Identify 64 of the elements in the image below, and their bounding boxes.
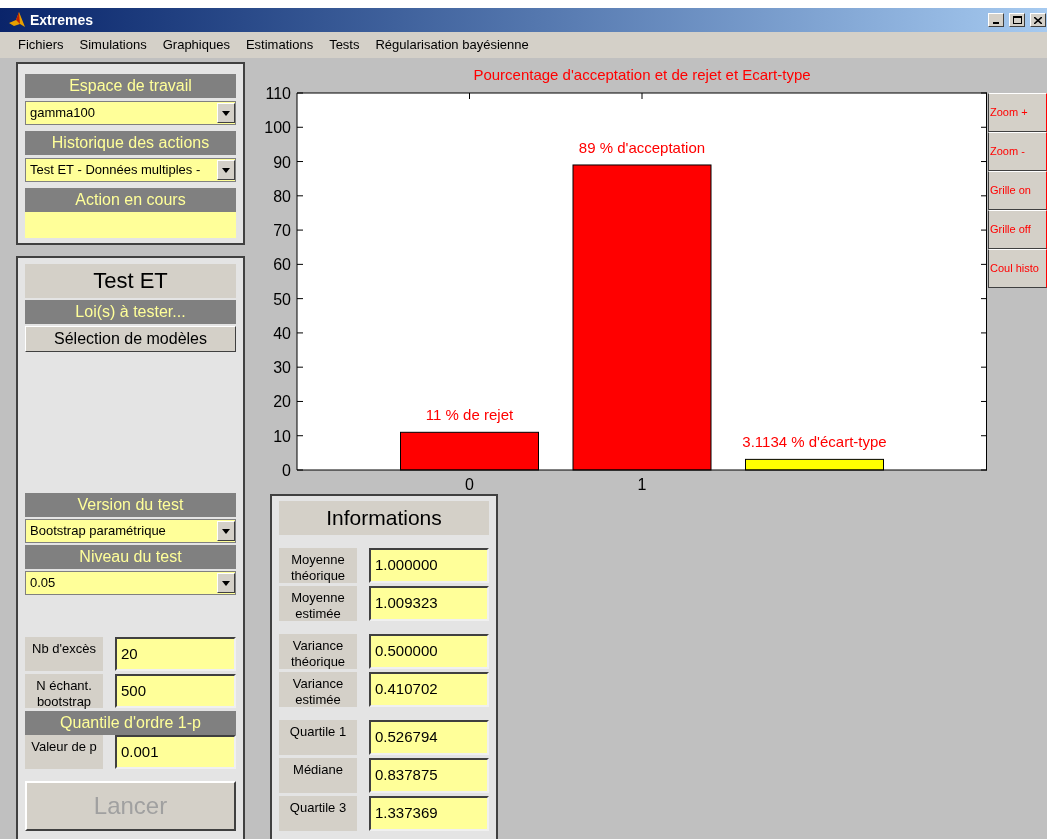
field-label: N échant. bootstrap <box>25 674 103 708</box>
data-label: 3.1134 % d'écart-type <box>742 433 887 451</box>
minimize-button[interactable] <box>988 13 1004 27</box>
value-field[interactable]: 0.001 <box>115 735 236 769</box>
menu-item[interactable]: Régularisation bayésienne <box>375 35 529 55</box>
close-button[interactable] <box>1030 13 1046 27</box>
tick-label: 1 <box>637 476 647 493</box>
panel-title: Informations <box>279 501 489 535</box>
section-header: Loi(s) à tester... <box>25 300 236 324</box>
section-header: Niveau du test <box>25 545 236 569</box>
tick-label: 100 <box>264 119 291 137</box>
tick-label: 80 <box>273 187 291 205</box>
value-field[interactable]: 1.009323 <box>369 586 489 621</box>
chart-title: Pourcentage d'acceptation et de rejet et Ecart-type <box>472 65 812 84</box>
tick-label: 40 <box>273 324 291 342</box>
tick-label: 50 <box>273 290 291 308</box>
menu-item[interactable]: Estimations <box>245 35 314 55</box>
field-label: Nb d'excès <box>25 637 103 671</box>
field-label: Variance théorique <box>279 634 357 669</box>
version-dropdown[interactable]: Bootstrap paramétrique <box>25 519 236 543</box>
maximize-button[interactable] <box>1009 13 1025 27</box>
tick-label: 10 <box>273 427 291 445</box>
value-field[interactable]: 0.410702 <box>369 672 489 707</box>
section-header: Action en cours <box>25 188 236 212</box>
workspace-dropdown[interactable]: gamma100 <box>25 101 236 125</box>
logo-icon <box>8 11 26 29</box>
history-dropdown[interactable]: Test ET - Données multiples - <box>25 158 236 182</box>
field-label: Moyenne estimée <box>279 586 357 621</box>
field-label: Quartile 3 <box>279 796 357 831</box>
data-label: 89 % d'acceptation <box>578 138 706 156</box>
close-icon <box>1034 16 1042 24</box>
section-header: Espace de travail <box>25 74 236 98</box>
value-field[interactable]: 500 <box>115 674 236 708</box>
tick-label: 0 <box>282 462 291 479</box>
field-label: Moyenne théorique <box>279 548 357 583</box>
value-field[interactable]: 20 <box>115 637 236 671</box>
value-field[interactable]: 0.837875 <box>369 758 489 793</box>
value-field[interactable]: 0.526794 <box>369 720 489 755</box>
field-label: Médiane <box>279 758 357 793</box>
menu-item[interactable]: Simulations <box>79 35 147 55</box>
value-field[interactable]: 0.500000 <box>369 634 489 669</box>
menu-item[interactable]: Graphiques <box>162 35 230 55</box>
panel-title: Test ET <box>25 264 236 298</box>
section-header: Quantile d'ordre 1-p <box>25 711 236 735</box>
level-dropdown[interactable]: 0.05 <box>25 571 236 595</box>
tick-label: 70 <box>273 222 291 240</box>
tick-label: 30 <box>273 359 291 377</box>
field-label: Quartile 1 <box>279 720 357 755</box>
tick-label: 20 <box>273 393 291 411</box>
value-field[interactable]: 1.337369 <box>369 796 489 831</box>
section-header: Version du test <box>25 493 236 517</box>
model-selection-button[interactable]: Sélection de modèles <box>25 326 236 352</box>
window-title: Extremes <box>30 10 94 30</box>
tick-label: 60 <box>273 256 291 274</box>
field-label: Valeur de p <box>25 735 103 769</box>
tick-label: 0 <box>465 476 474 493</box>
tick-label: 110 <box>265 85 291 102</box>
menu-item[interactable]: Fichiers <box>18 35 64 55</box>
section-header: Historique des actions <box>25 131 236 155</box>
data-label: 11 % de rejet <box>425 406 514 424</box>
tick-label: 90 <box>273 153 291 171</box>
menu-item[interactable]: Tests <box>329 35 360 55</box>
field-label: Variance estimée <box>279 672 357 707</box>
value-field[interactable]: 1.000000 <box>369 548 489 583</box>
